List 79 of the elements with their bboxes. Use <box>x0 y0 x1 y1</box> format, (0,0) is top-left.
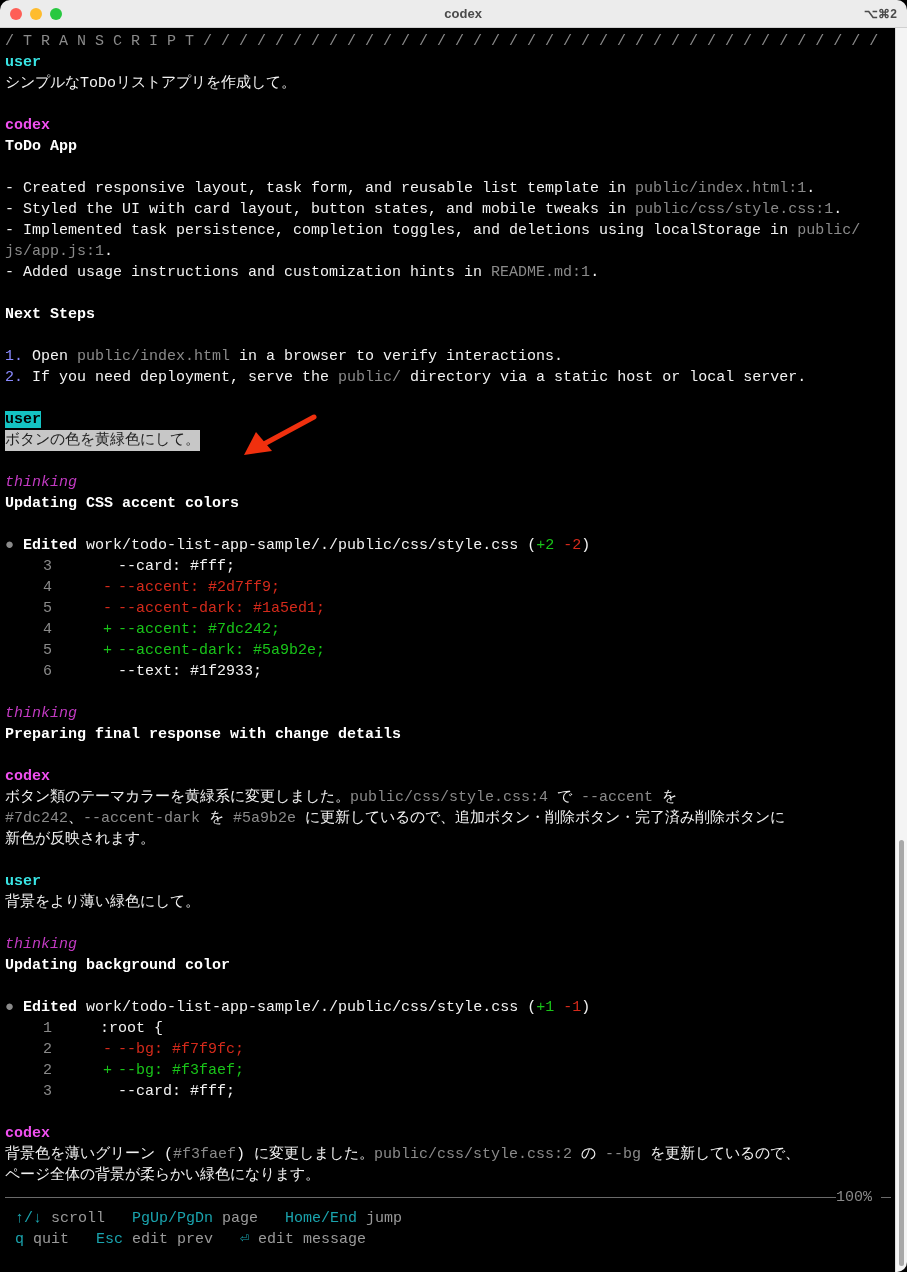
role-label: thinking <box>5 474 77 491</box>
role-label: codex <box>5 1125 50 1142</box>
diff-sign: + <box>103 642 112 659</box>
message-line: 新色が反映されます。 <box>5 829 155 850</box>
shortcut-key: Home/End <box>285 1208 358 1229</box>
code-line: :root { <box>100 1020 163 1037</box>
line-number: 5 <box>43 642 52 659</box>
scrollbar[interactable] <box>895 28 907 1272</box>
shortcut-label: page <box>222 1209 259 1229</box>
diff-sign: + <box>103 1062 112 1079</box>
shortcut-key: ↑/↓ <box>15 1208 42 1229</box>
message-line: - Implemented task persistence, completion toggles, and deletions using localStorage in public/ <box>5 221 861 241</box>
message-line: 背景をより薄い緑色にして。 <box>5 892 200 913</box>
message-line: js/app.js:1. <box>5 242 114 262</box>
role-label: thinking <box>5 936 77 953</box>
shortcut-key: Esc <box>96 1229 124 1250</box>
message-line: - Styled the UI with card layout, button states, and mobile tweaks in public/css/style.css:1. <box>5 200 843 220</box>
line-number: 4 <box>43 621 52 638</box>
message-line: 2. If you need deployment, serve the public/ directory via a static host or local server. <box>5 368 807 388</box>
role-label: codex <box>5 768 50 785</box>
zoom-button[interactable] <box>50 7 62 20</box>
close-button[interactable] <box>10 7 22 20</box>
role-label: user <box>5 54 41 71</box>
message-line: Next Steps <box>5 305 95 325</box>
message-line: - Created responsive layout, task form, and reusable list template in public/index.html:1. <box>5 179 816 199</box>
shortcut-label: jump <box>366 1209 403 1229</box>
code-line: --bg: #f7f9fc; <box>118 1041 245 1058</box>
line-number: 1 <box>43 1020 52 1037</box>
scroll-percent: 100% <box>836 1188 872 1208</box>
code-line: --accent-dark: #5a9b2e; <box>118 642 326 659</box>
shortcut-label: edit message <box>258 1230 367 1250</box>
diff-sign: - <box>103 600 112 617</box>
line-number: 2 <box>43 1041 52 1058</box>
keyboard-shortcut: ⌥⌘2 <box>864 5 897 23</box>
shortcut-key: ⏎ <box>240 1229 250 1250</box>
bullet-icon: ● <box>5 537 14 554</box>
diff-sign: - <box>103 579 112 596</box>
message-line: シンプルなToDoリストアプリを作成して。 <box>5 73 296 94</box>
message-line: ページ全体の背景が柔らかい緑色になります。 <box>5 1165 320 1186</box>
message-line: ボタン類のテーマカラーを黄緑系に変更しました。public/css/style.css:4 で --accent を <box>5 787 678 808</box>
message-line: #7dc242、--accent-dark を #5a9b2e に更新しているので、追加ボタン・削除ボタン・完了済み削除ボタンに <box>5 808 786 829</box>
code-line: --text: #1f2933; <box>118 663 263 680</box>
message-line: Updating background color <box>5 956 231 976</box>
message-line: - Added usage instructions and customization hints in README.md:1. <box>5 263 600 283</box>
message-line: ToDo App <box>5 137 77 157</box>
message-line: 1. Open public/index.html in a browser to verify interactions. <box>5 347 564 367</box>
code-line: --accent: #7dc242; <box>118 621 281 638</box>
role-label: thinking <box>5 705 77 722</box>
edit-summary: Edited work/todo-list-app-sample/./public/css/style.css (+2 -2) <box>23 536 591 556</box>
line-number: 4 <box>43 579 52 596</box>
shortcut-label: scroll <box>51 1209 106 1229</box>
role-label: codex <box>5 117 50 134</box>
line-number: 2 <box>43 1062 52 1079</box>
diff-sign: - <box>103 1041 112 1058</box>
code-line: --card: #fff; <box>118 558 236 575</box>
message-line: Preparing final response with change details <box>5 725 402 745</box>
window-title: codex <box>444 5 482 21</box>
message-line: Updating CSS accent colors <box>5 494 240 514</box>
transcript-header: / T R A N S C R I P T / / / / / / / / / / / / / / / / / / / / / / / / / / / / / / / / / / / / / / <box>5 33 879 50</box>
role-label: user <box>5 873 41 890</box>
code-line: --accent-dark: #1a5ed1; <box>118 600 326 617</box>
role-label: user <box>5 411 41 428</box>
bullet-icon: ● <box>5 999 14 1016</box>
shortcut-label: quit <box>33 1230 70 1250</box>
diff-sign: + <box>103 621 112 638</box>
shortcut-label: edit prev <box>132 1230 214 1250</box>
minimize-button[interactable] <box>30 7 42 20</box>
line-number: 3 <box>43 558 52 575</box>
scrollbar-thumb[interactable] <box>899 840 904 1266</box>
code-line: --bg: #f3faef; <box>118 1062 245 1079</box>
line-number: 6 <box>43 663 52 680</box>
shortcut-key: q <box>15 1229 24 1250</box>
shortcut-key: PgUp/PgDn <box>132 1208 214 1229</box>
edit-summary: Edited work/todo-list-app-sample/./public/css/style.css (+1 -1) <box>23 998 591 1018</box>
line-number: 3 <box>43 1083 52 1100</box>
message-line: 背景色を薄いグリーン (#f3faef) に変更しました。public/css/style.css:2 の --bg を更新しているので、 <box>5 1144 801 1165</box>
line-number: 5 <box>43 600 52 617</box>
code-line: --card: #fff; <box>118 1083 236 1100</box>
code-line: --accent: #2d7ff9; <box>118 579 281 596</box>
